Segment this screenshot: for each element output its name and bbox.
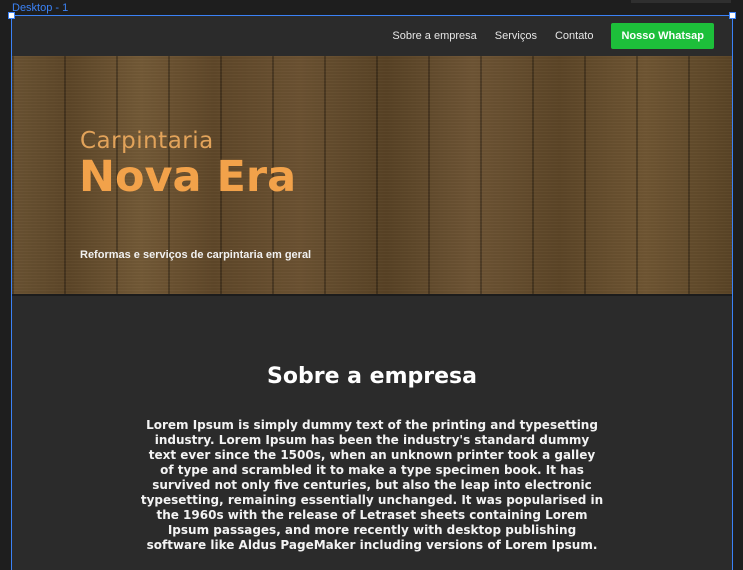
hero-banner: Carpintaria Nova Era Reformas e serviços… <box>12 56 732 296</box>
about-section-body: Lorem Ipsum is simply dummy text of the … <box>140 418 604 552</box>
top-navigation: Sobre a empresa Serviços Contato Nosso W… <box>12 16 732 56</box>
desktop-frame[interactable]: Sobre a empresa Serviços Contato Nosso W… <box>12 16 732 570</box>
hero-title: Nova Era <box>79 152 297 202</box>
toolbar-strip <box>631 0 731 3</box>
resize-handle-top-left[interactable] <box>8 12 15 19</box>
hero-subtitle: Reformas e serviços de carpintaria em ge… <box>80 249 312 261</box>
frame-label[interactable]: Desktop - 1 <box>12 2 68 14</box>
nav-link-sobre[interactable]: Sobre a empresa <box>392 30 476 42</box>
hero-kicker: Carpintaria <box>80 128 214 154</box>
nav-link-contato[interactable]: Contato <box>555 30 594 42</box>
resize-handle-top-right[interactable] <box>729 12 736 19</box>
design-canvas: Desktop - 1 Sobre a empresa Serviços Con… <box>0 0 743 570</box>
about-section-title: Sobre a empresa <box>267 364 477 389</box>
whatsapp-button[interactable]: Nosso Whatsap <box>611 23 714 49</box>
nav-link-servicos[interactable]: Serviços <box>495 30 537 42</box>
